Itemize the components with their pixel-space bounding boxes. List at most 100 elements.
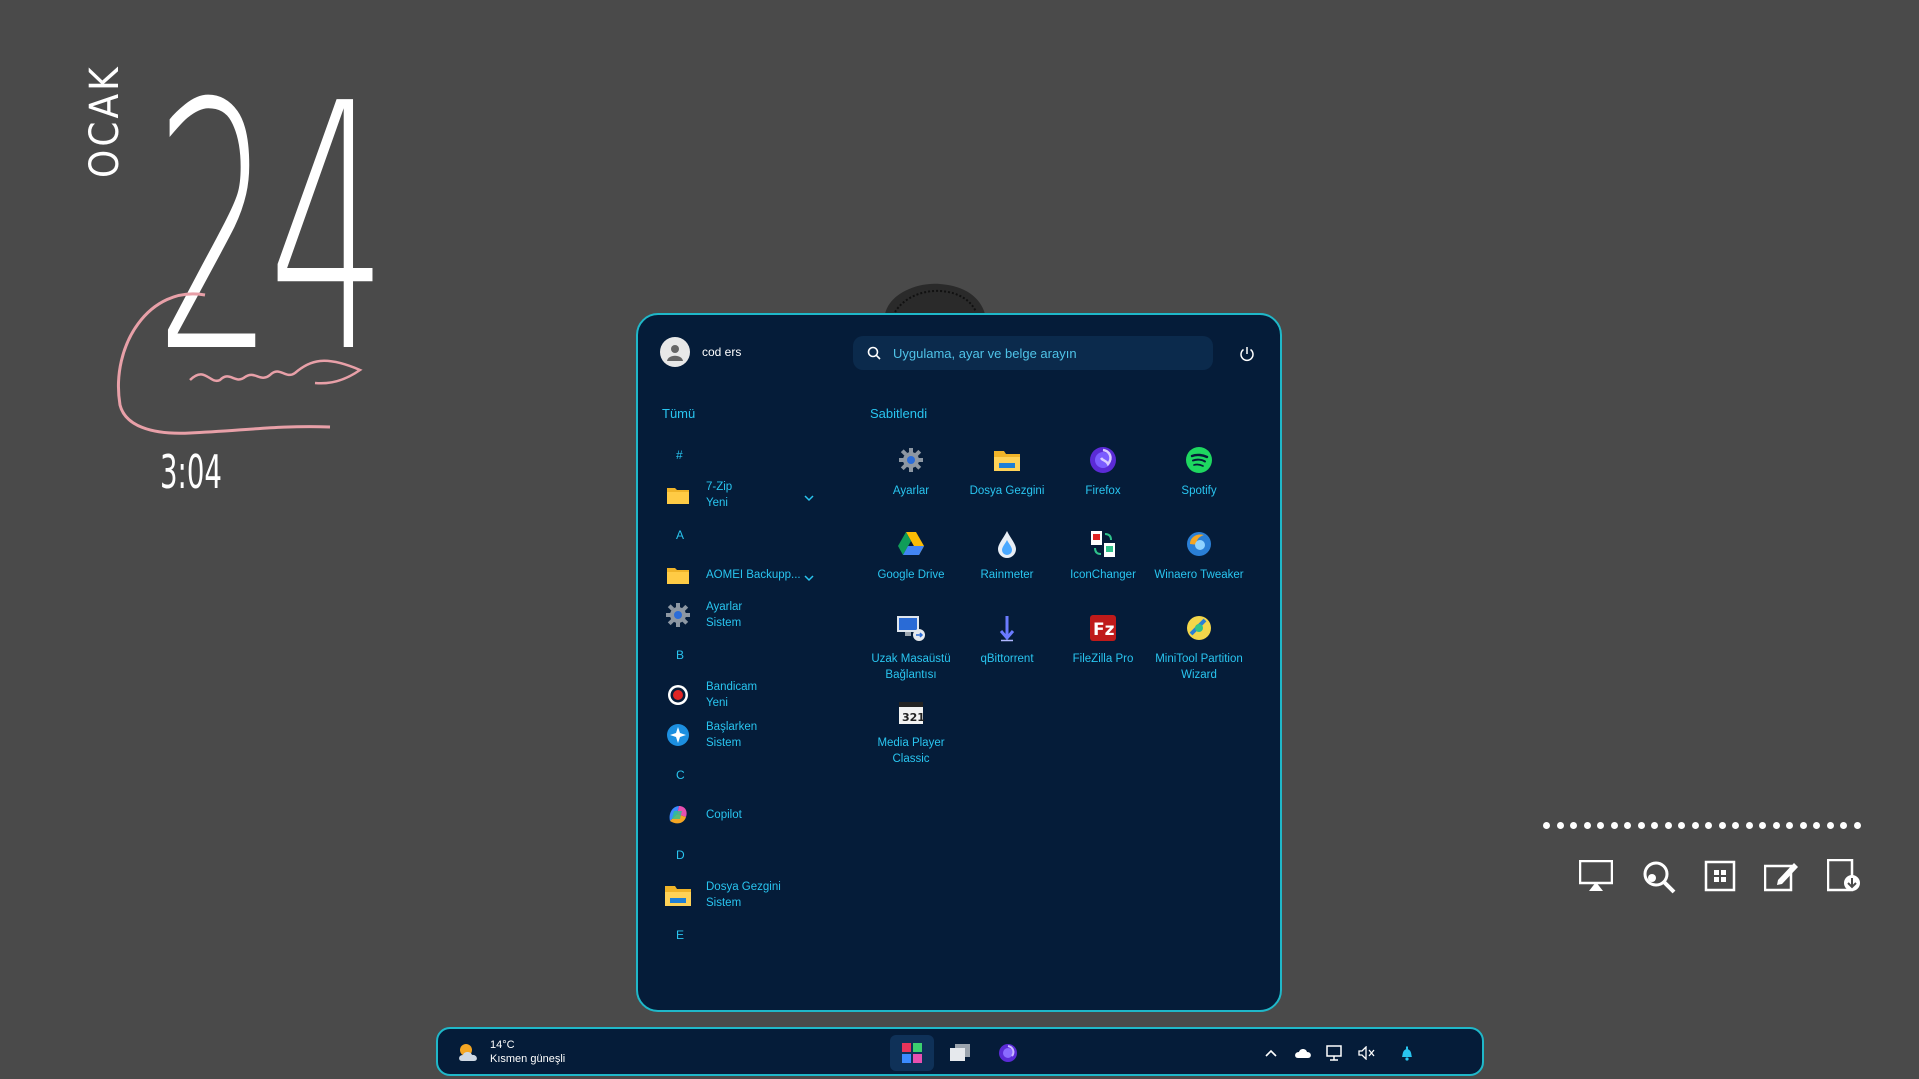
pinned-app-tile[interactable]: Fz FileZilla Pro bbox=[1055, 611, 1151, 695]
app-list-letter-header[interactable]: C bbox=[658, 755, 833, 795]
pinned-app-tile[interactable]: Spotify bbox=[1151, 443, 1247, 527]
iconchanger-icon bbox=[1086, 527, 1120, 561]
file-explorer-icon bbox=[990, 443, 1024, 477]
app-subtitle: Yeni bbox=[706, 497, 728, 509]
task-view-button[interactable] bbox=[938, 1035, 982, 1071]
svg-text:321: 321 bbox=[902, 711, 925, 724]
user-name: cod ers bbox=[702, 345, 742, 359]
google-drive-icon bbox=[894, 527, 928, 561]
app-name: Copilot bbox=[706, 809, 742, 821]
network-button[interactable] bbox=[1324, 1042, 1346, 1064]
taskbar-firefox-button[interactable] bbox=[986, 1035, 1030, 1071]
app-subtitle: Sistem bbox=[706, 897, 742, 909]
pinned-app-label: Spotify bbox=[1181, 485, 1217, 497]
file-explorer-icon bbox=[664, 881, 692, 909]
pinned-app-tile[interactable]: qBittorrent bbox=[959, 611, 1055, 695]
windows-start-icon bbox=[902, 1043, 922, 1063]
winaero-icon bbox=[1182, 527, 1216, 561]
pinned-app-tile[interactable]: MiniTool Partition Wizard bbox=[1151, 611, 1247, 695]
app-list-item[interactable]: Copilot bbox=[658, 795, 833, 835]
app-list-item[interactable]: Dosya Gezgini Sistem bbox=[658, 875, 833, 915]
cast-screen-icon[interactable] bbox=[1578, 858, 1614, 894]
getstarted-icon bbox=[664, 721, 692, 749]
clock-time: 3:04 bbox=[160, 445, 222, 499]
settings-search-icon[interactable] bbox=[1640, 858, 1676, 894]
pinned-app-label: Ayarlar bbox=[892, 485, 930, 497]
date-widget: OCAK 24 3:04 bbox=[0, 0, 400, 520]
search-icon bbox=[867, 346, 881, 360]
spotify-icon bbox=[1182, 443, 1216, 477]
pinned-app-tile[interactable]: Ayarlar bbox=[863, 443, 959, 527]
cloud-icon bbox=[1295, 1049, 1311, 1058]
app-subtitle: Sistem bbox=[706, 617, 742, 629]
app-name: AOMEI Backupp... bbox=[706, 569, 801, 581]
app-name: Bandicam bbox=[706, 681, 758, 693]
pinned-app-label: Winaero Tweaker bbox=[1154, 569, 1244, 581]
power-icon bbox=[1240, 347, 1254, 362]
firefox-icon bbox=[1086, 443, 1120, 477]
app-name: Başlarken bbox=[706, 721, 758, 733]
power-button[interactable] bbox=[1234, 341, 1260, 367]
pinned-app-label: Uzak Masaüstü Bağlantısı bbox=[871, 653, 951, 681]
pinned-app-tile[interactable]: 321 Media Player Classic bbox=[863, 695, 959, 779]
record-icon bbox=[664, 681, 692, 709]
pinned-app-tile[interactable]: Winaero Tweaker bbox=[1151, 527, 1247, 611]
volume-button[interactable] bbox=[1356, 1042, 1378, 1064]
app-list-item[interactable]: Başlarken Sistem bbox=[658, 715, 833, 755]
start-menu: cod ers Tümü Sabitlendi #7-Zip Yeni A AOMEI… bbox=[636, 313, 1282, 1012]
weather-widget[interactable]: 14°C Kısmen güneşli bbox=[456, 1038, 565, 1066]
app-list-item[interactable]: AOMEI Backupp... bbox=[658, 555, 833, 595]
volume-muted-icon bbox=[1358, 1046, 1375, 1060]
app-list-item[interactable]: 7-Zip Yeni bbox=[658, 475, 833, 515]
app-list-item[interactable]: Ayarlar Sistem bbox=[658, 595, 833, 635]
gear-icon bbox=[664, 601, 692, 629]
pinned-app-tile[interactable]: Rainmeter bbox=[959, 527, 1055, 611]
chevron-down-icon[interactable] bbox=[804, 489, 814, 507]
app-list-letter-header[interactable]: # bbox=[658, 435, 833, 475]
pinned-app-label: Dosya Gezgini bbox=[969, 485, 1045, 497]
pinned-app-label: MiniTool Partition Wizard bbox=[1155, 653, 1243, 681]
remote-desktop-icon bbox=[894, 611, 928, 645]
notifications-button[interactable] bbox=[1396, 1042, 1418, 1064]
partly-sunny-icon bbox=[459, 1044, 477, 1061]
app-list-item[interactable]: Bandicam Yeni bbox=[658, 675, 833, 715]
app-list-letter-header[interactable]: B bbox=[658, 635, 833, 675]
pinned-app-tile[interactable]: Google Drive bbox=[863, 527, 959, 611]
month-label: OCAK bbox=[82, 64, 128, 178]
pinned-app-label: Firefox bbox=[1085, 485, 1121, 497]
download-install-icon[interactable] bbox=[1826, 858, 1862, 894]
pinned-app-tile[interactable]: Uzak Masaüstü Bağlantısı bbox=[863, 611, 959, 695]
all-apps-header[interactable]: Tümü bbox=[662, 406, 695, 421]
rainmeter-icon bbox=[990, 527, 1024, 561]
chevron-up-icon bbox=[1265, 1049, 1277, 1057]
all-apps-list: #7-Zip Yeni A AOMEI Backupp... Ayarlar Sistem… bbox=[658, 435, 833, 955]
pinned-header: Sabitlendi bbox=[870, 406, 928, 421]
pinned-app-tile[interactable]: IconChanger bbox=[1055, 527, 1151, 611]
edit-note-icon[interactable] bbox=[1764, 858, 1800, 894]
pinned-apps-grid: Ayarlar Dosya Gezgini Firefox Spotify Google… bbox=[863, 443, 1247, 779]
search-box[interactable] bbox=[853, 336, 1213, 370]
onedrive-button[interactable] bbox=[1292, 1042, 1314, 1064]
pinned-app-label: Media Player Classic bbox=[877, 737, 945, 765]
app-list-letter-header[interactable]: D bbox=[658, 835, 833, 875]
pinned-app-tile[interactable]: Dosya Gezgini bbox=[959, 443, 1055, 527]
chevron-down-icon[interactable] bbox=[804, 569, 814, 587]
pinned-app-label: IconChanger bbox=[1070, 569, 1136, 581]
pinned-app-label: qBittorrent bbox=[980, 653, 1034, 665]
quick-launch-icons bbox=[1578, 858, 1862, 894]
apps-grid-icon[interactable] bbox=[1702, 858, 1738, 894]
app-list-letter-header[interactable]: E bbox=[658, 915, 833, 955]
search-input[interactable] bbox=[891, 344, 1195, 362]
app-subtitle: Sistem bbox=[706, 737, 742, 749]
app-name: 7-Zip bbox=[706, 481, 733, 493]
tray-expand-button[interactable] bbox=[1260, 1042, 1282, 1064]
taskbar-apps bbox=[890, 1035, 1030, 1071]
app-list-letter-header[interactable]: A bbox=[658, 515, 833, 555]
pinned-app-tile[interactable]: Firefox bbox=[1055, 443, 1151, 527]
start-button[interactable] bbox=[890, 1035, 934, 1071]
qbittorrent-icon bbox=[990, 611, 1024, 645]
user-account[interactable]: cod ers bbox=[660, 337, 741, 367]
weather-temperature: 14°C bbox=[490, 1039, 515, 1051]
task-view-icon bbox=[950, 1044, 970, 1061]
media-player-icon: 321 bbox=[894, 695, 928, 729]
